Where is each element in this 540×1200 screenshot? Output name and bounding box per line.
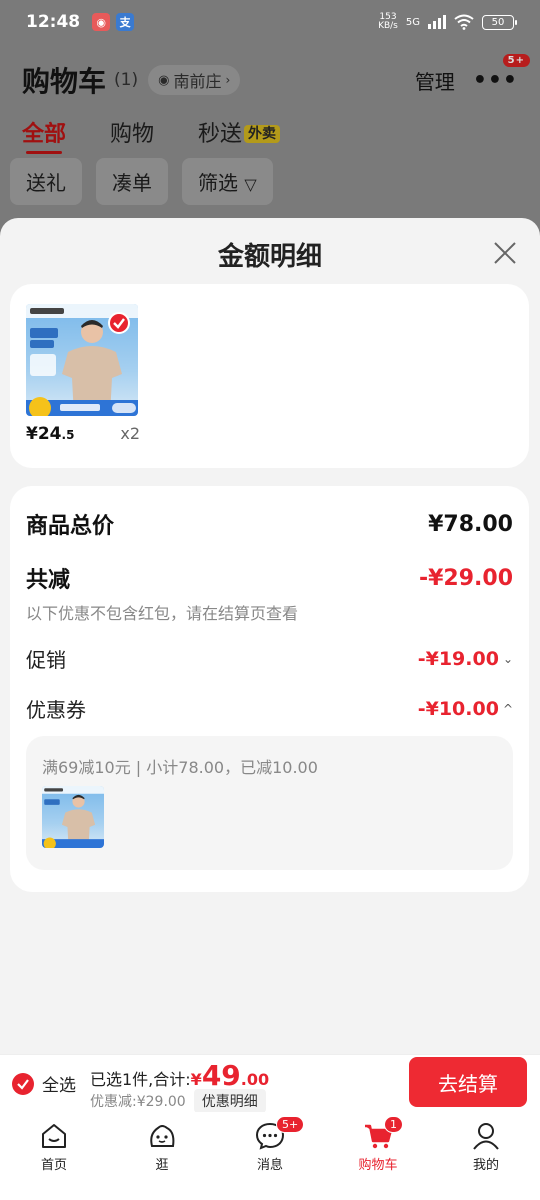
chevron-right-icon: › (225, 73, 231, 87)
takeout-tag: 外卖 (244, 125, 281, 143)
coupon-value-group: -¥10.00 ^ (418, 698, 513, 720)
discount-note: 以下优惠不包含红包，请在结算页查看 (26, 604, 299, 623)
notification-app-icon: ◉ (92, 13, 111, 31)
product-card: ¥24.5 x2 (10, 284, 529, 468)
chevron-down-icon: ⌄ (502, 651, 513, 666)
check-circle-icon (12, 1072, 34, 1095)
nav-home[interactable]: 首页 (0, 1112, 108, 1200)
checkout-bar: 全选 已选1件,合计: ¥49.00 优惠减:¥29.00 优惠明细 去结算 (0, 1054, 540, 1113)
select-all-toggle[interactable]: 全选 (12, 1071, 76, 1096)
total-summary: 已选1件,合计: ¥49.00 (90, 1059, 269, 1092)
network-type: 5G (405, 16, 420, 28)
promo-label: 促销 (26, 648, 66, 672)
explore-icon (150, 1125, 175, 1147)
manage-button[interactable]: 管理 (415, 66, 455, 95)
promo-row[interactable]: 促销 -¥19.00 ⌄ (26, 644, 513, 673)
promo-value-group: -¥19.00 ⌄ (418, 648, 513, 670)
status-time: 12:48 (26, 12, 81, 32)
checkout-button[interactable]: 去结算 (409, 1057, 527, 1107)
cart-header: 购物车 (1) ◉ 南前庄 › 管理 ••• 5+ (22, 53, 530, 100)
nav-messages-label: 消息 (256, 1158, 283, 1173)
selected-check-icon[interactable] (108, 312, 130, 334)
product-thumbnail[interactable] (26, 304, 138, 416)
selected-text: 已选1件,合计: (90, 1070, 191, 1089)
status-bar: 12:48 ◉ 支 153 KB/s 5G 50 (0, 0, 540, 44)
reduce-row: 共减 -¥29.00 (26, 562, 513, 594)
price-breakdown-card: 商品总价 ¥78.00 共减 -¥29.00 以下优惠不包含红包，请在结算页查看… (10, 486, 529, 892)
tshirt-model-image (42, 786, 104, 848)
chip-filter-label: 筛选 (198, 171, 238, 195)
total-label: 商品总价 (26, 514, 115, 539)
reduce-label: 共减 (26, 568, 71, 593)
cart-count: (1) (114, 70, 139, 90)
home-icon (42, 1124, 66, 1148)
tab-all[interactable]: 全部 (22, 116, 66, 154)
product-price-line: ¥24.5 x2 (26, 424, 140, 444)
profile-icon (473, 1123, 499, 1150)
amount-detail-sheet: 金额明细 ¥24.5 x2 商品总价 ¥78.00 共减 -¥29.00 以下优… (0, 218, 540, 1054)
more-button[interactable]: ••• 5+ (472, 53, 530, 93)
more-badge: 5+ (502, 53, 530, 67)
discount-detail-button[interactable]: 优惠明细 (193, 1089, 266, 1113)
nav-messages[interactable]: 5+ 消息 (216, 1112, 324, 1200)
location-selector[interactable]: ◉ 南前庄 › (148, 65, 241, 95)
checkout-total: ¥49.00 (190, 1059, 270, 1092)
location-label: 南前庄 (173, 72, 222, 91)
eye-icon: ◉ (158, 72, 170, 88)
filter-icon: ▽ (244, 175, 257, 194)
sheet-title: 金额明细 (217, 242, 322, 272)
wifi-icon (454, 14, 474, 30)
messages-badge: 5+ (276, 1116, 305, 1133)
page-title: 购物车 (22, 65, 107, 98)
nav-explore[interactable]: 逛 (108, 1112, 216, 1200)
total-value: ¥78.00 (428, 511, 513, 537)
tab-instant-delivery-label: 秒送 (198, 122, 243, 147)
total-row: 商品总价 ¥78.00 (26, 508, 513, 540)
nav-profile[interactable]: 我的 (432, 1112, 540, 1200)
product-quantity: x2 (120, 424, 140, 443)
category-tabs: 全部 购物 秒送 外卖 (22, 116, 281, 154)
filter-chips: 送礼 凑单 筛选 ▽ (10, 158, 273, 205)
nav-home-label: 首页 (40, 1158, 67, 1173)
coupon-detail-text: 满69减10元 | 小计78.00，已减10.00 (42, 758, 318, 777)
product-price: ¥24.5 (26, 424, 75, 444)
select-all-label: 全选 (42, 1076, 76, 1096)
chip-bundle[interactable]: 凑单 (96, 158, 168, 205)
more-dots-icon: ••• (472, 67, 518, 93)
tab-instant-delivery[interactable]: 秒送 外卖 (198, 116, 281, 148)
tab-shopping[interactable]: 购物 (110, 116, 154, 148)
alipay-icon: 支 (116, 13, 135, 31)
discount-line: 优惠减:¥29.00 优惠明细 (90, 1089, 266, 1113)
coupon-product-thumbnail (42, 786, 104, 848)
cart-badge: 1 (384, 1116, 403, 1133)
coupon-value: -¥10.00 (417, 697, 499, 720)
coupon-detail-box: 满69减10元 | 小计78.00，已减10.00 (26, 736, 513, 870)
coupon-row[interactable]: 优惠券 -¥10.00 ^ (26, 694, 513, 723)
nav-profile-label: 我的 (472, 1158, 499, 1173)
reduce-value: -¥29.00 (418, 565, 513, 591)
discount-text: 优惠减:¥29.00 (90, 1094, 186, 1110)
chevron-up-icon: ^ (502, 701, 513, 716)
close-icon[interactable] (492, 240, 518, 266)
nav-cart-label: 购物车 (358, 1158, 398, 1173)
bottom-nav: 首页 逛 5+ 消息 1 购物车 我的 (0, 1112, 540, 1200)
signal-icon (428, 15, 446, 29)
chip-filter[interactable]: 筛选 ▽ (182, 158, 273, 205)
network-speed: 153 KB/s (378, 12, 398, 31)
coupon-label: 优惠券 (26, 698, 86, 722)
nav-cart[interactable]: 1 购物车 (324, 1112, 432, 1200)
chip-gift[interactable]: 送礼 (10, 158, 82, 205)
battery-icon: 50 (482, 14, 517, 30)
nav-explore-label: 逛 (155, 1158, 169, 1173)
promo-value: -¥19.00 (417, 647, 499, 670)
